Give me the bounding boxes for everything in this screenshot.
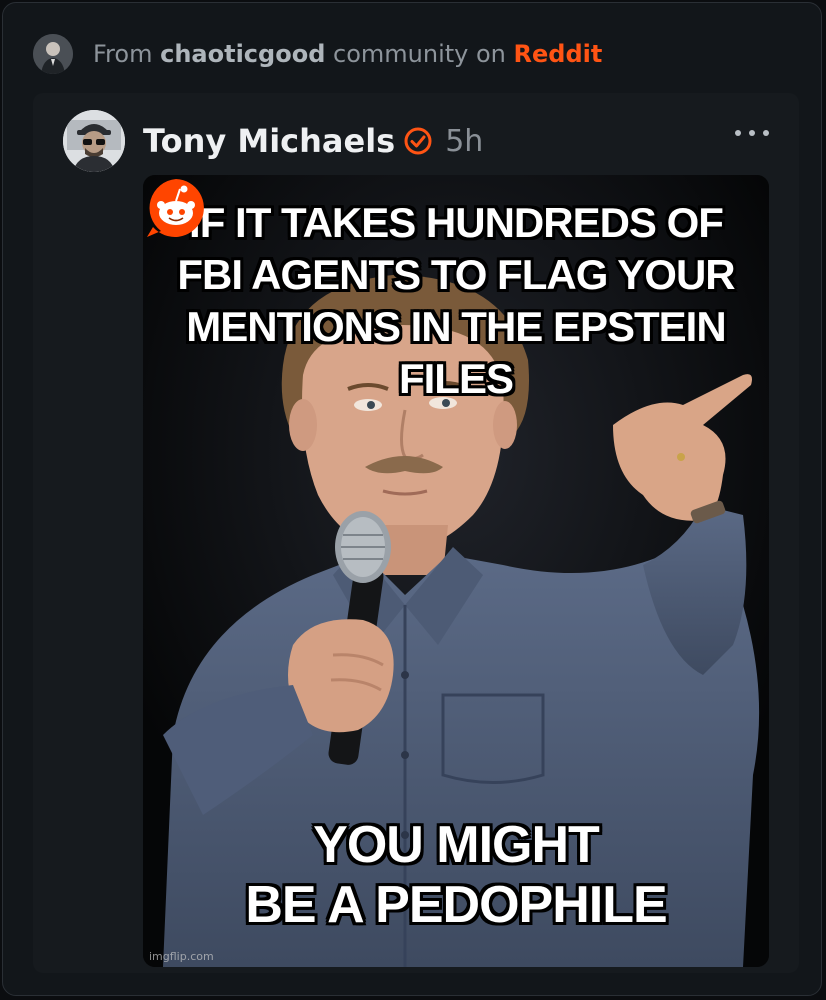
author-name[interactable]: Tony Michaels [143, 122, 395, 160]
more-dot-icon [749, 130, 755, 136]
more-dot-icon [763, 130, 769, 136]
more-options-button[interactable] [735, 123, 769, 143]
source-prefix: From [93, 40, 153, 68]
meme-bottom-line-1: YOU MIGHT [313, 816, 600, 874]
reddit-snoo-icon[interactable] [143, 175, 209, 241]
community-name[interactable]: chaoticgood [160, 40, 325, 68]
community-avatar[interactable] [33, 34, 73, 74]
meme-bottom-line-2: BE A PEDOPHILE [245, 876, 667, 934]
post-share-container: From chaoticgood community on Reddit Ton… [2, 2, 822, 996]
verified-check-icon [404, 127, 432, 155]
meme-watermark: imgflip.com [149, 950, 214, 963]
meme-bottom-caption: YOU MIGHT BE A PEDOPHILE [143, 815, 769, 935]
source-middle: community on [333, 40, 506, 68]
meme-image[interactable]: IF IT TAKES HUNDREDS OF FBI AGENTS TO FL… [143, 175, 769, 967]
author-row: Tony Michaels 5h [63, 109, 483, 173]
post-timestamp: 5h [445, 123, 484, 159]
more-dot-icon [735, 130, 741, 136]
source-attribution[interactable]: From chaoticgood community on Reddit [33, 33, 602, 75]
author-avatar[interactable] [63, 110, 125, 172]
platform-name[interactable]: Reddit [514, 40, 603, 68]
post-card: Tony Michaels 5h IF IT TAKES HUNDREDS OF… [33, 93, 799, 973]
meme-top-caption: IF IT TAKES HUNDREDS OF FBI AGENTS TO FL… [177, 199, 735, 402]
source-text: From chaoticgood community on Reddit [93, 40, 602, 68]
